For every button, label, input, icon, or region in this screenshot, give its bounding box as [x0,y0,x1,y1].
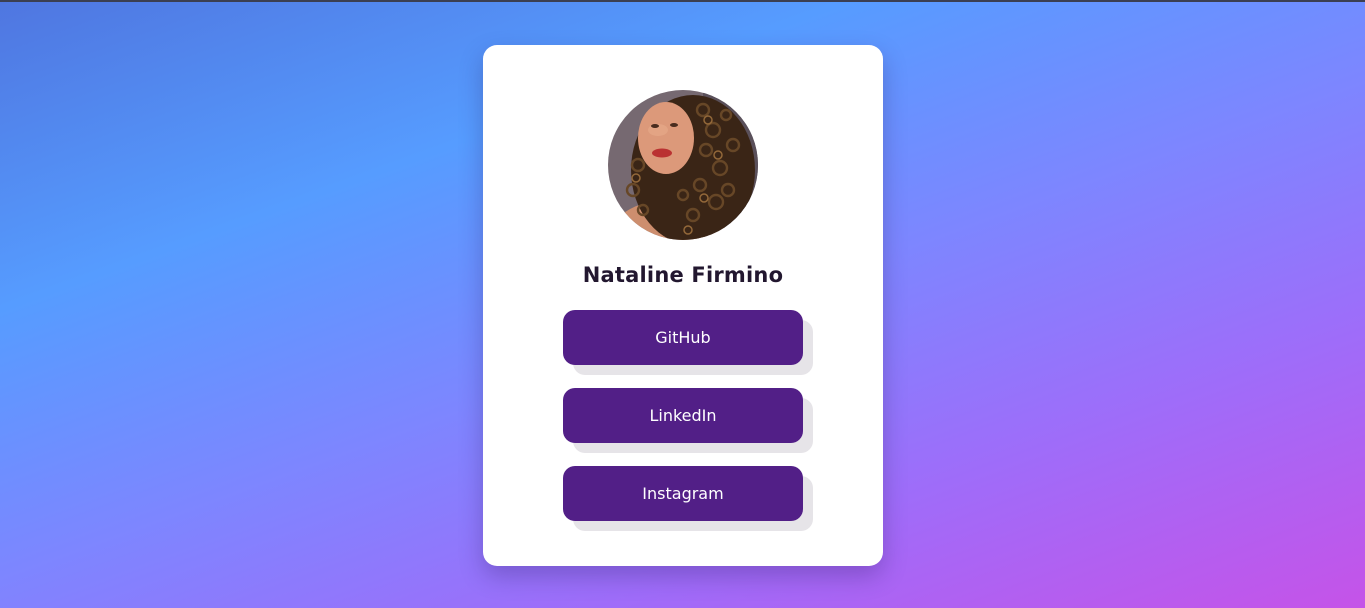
avatar [608,90,758,240]
avatar-photo [608,90,758,240]
top-border [0,0,1365,2]
profile-name: Nataline Firmino [582,263,784,287]
github-link-container: GitHub [563,310,813,375]
profile-card: Nataline Firmino GitHub LinkedIn Instagr… [483,45,883,566]
instagram-button[interactable]: Instagram [563,466,803,521]
linkedin-button[interactable]: LinkedIn [563,388,803,443]
instagram-link-container: Instagram [563,466,813,531]
github-button[interactable]: GitHub [563,310,803,365]
linkedin-link-container: LinkedIn [563,388,813,453]
